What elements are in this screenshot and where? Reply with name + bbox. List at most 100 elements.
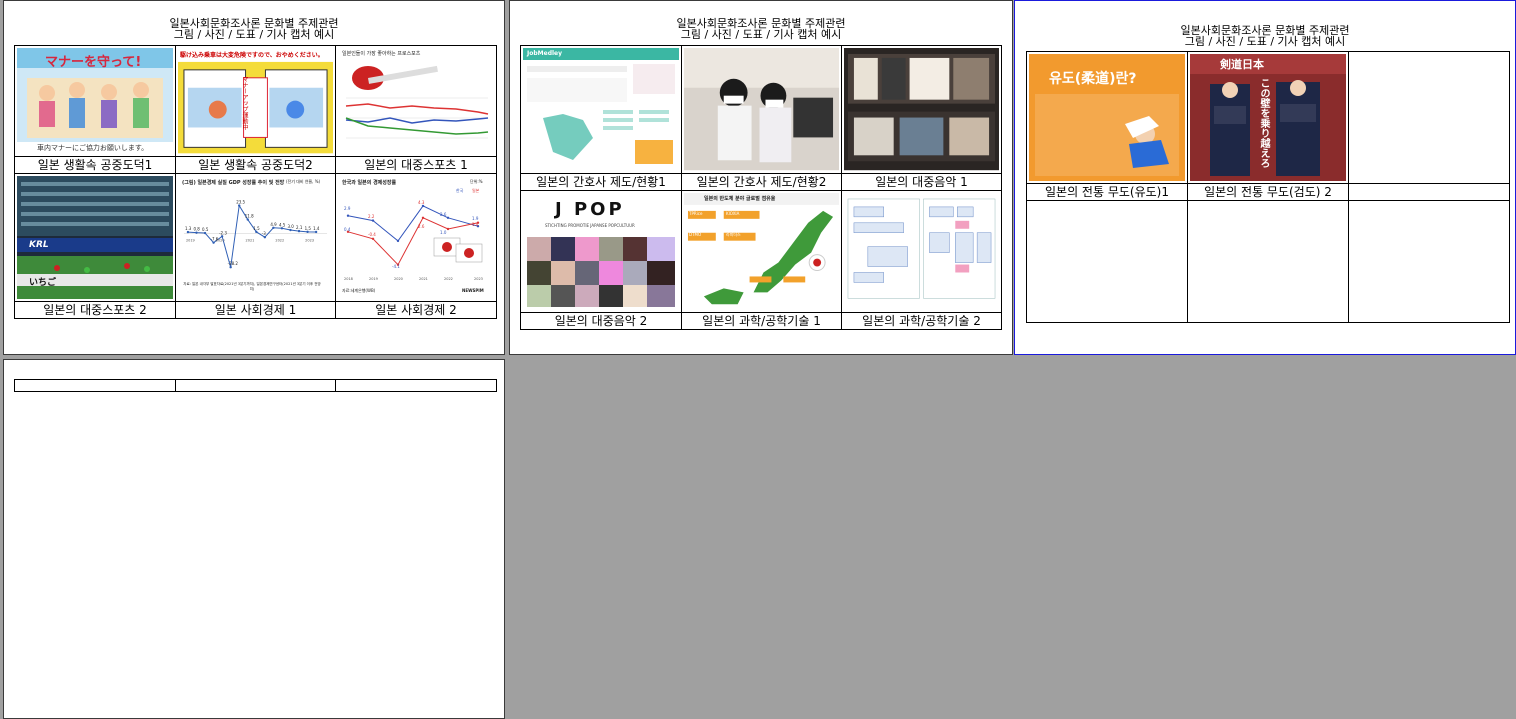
image-cell: KRL いちご <box>14 173 176 302</box>
growth-year-label: 2021 <box>419 277 428 281</box>
korea-point <box>396 239 400 243</box>
gdp-data-label: -3 <box>262 232 266 237</box>
empty-cell <box>175 379 336 392</box>
growth-data-label: 1.0 <box>440 230 447 235</box>
caption-nurse-system-2: 일본의 간호사 제도/현황2 <box>681 173 842 191</box>
japan-point <box>446 227 450 231</box>
gdp-point <box>289 229 292 232</box>
stadium-photo-image: KRL いちご <box>17 176 173 299</box>
gdp-data-label: 1.4 <box>313 226 320 231</box>
document-page-3[interactable]: 일본사회문화조사론 문화별 주제관련 그림 / 사진 / 도표 / 기사 캡처 … <box>1014 0 1516 355</box>
korea-japan-growth-chart: 2.9 2.2 0.4 -0.4 -4.1 4.3 2.6 2.6 1.0 1.4 1.9 2018 2… <box>338 176 494 299</box>
nurses-photo-image <box>684 48 839 171</box>
gdp-data-label: 23.5 <box>236 200 245 205</box>
empty-cell <box>1348 200 1510 323</box>
gdp-data-label: -2.3 <box>219 231 227 236</box>
growth-year-label: 2018 <box>344 277 353 281</box>
gdp-point <box>186 231 190 234</box>
gdp-data-label: 1.3 <box>185 226 192 231</box>
image-cell: 1.3 0.8 0.5 -7.6 -2.3 -28.2 23.5 11.8 1.5 -3 4.9 4.… <box>175 173 336 302</box>
caption-public-morals-2: 일본 생활속 공중도덕2 <box>175 156 336 174</box>
gdp-data-label: 0.5 <box>202 227 209 232</box>
gdp-point <box>246 218 249 222</box>
empty-cell <box>335 379 497 392</box>
tech-diagram-image <box>844 193 999 310</box>
gdp-point <box>297 230 301 233</box>
growth-line-chart: 2.9 2.2 0.4 -0.4 -4.1 4.3 2.6 2.6 1.0 1.41.9 2018 2… <box>338 176 494 299</box>
popular-sports-chart-image: 일본인들이 가장 좋아하는 프로스포츠 <box>338 48 494 154</box>
korea-point <box>371 219 375 222</box>
gdp-point <box>263 236 267 239</box>
gdp-year-label: 2019 <box>186 239 195 243</box>
image-cell: 유도(柔道)란? <box>1026 51 1188 184</box>
empty-cell <box>1026 200 1188 323</box>
gdp-year-label: 2022 <box>275 239 284 243</box>
figure-table: マナーを守って! 車内マナーにご協力お願いします。 駆け込み乗車は大変危険ですの… <box>14 45 497 319</box>
growth-year-label: 2023 <box>474 277 483 281</box>
page-title: 일본사회문화조사론 문화별 주제관련 그림 / 사진 / 도표 / 기사 캡처 … <box>1180 24 1350 48</box>
caption-popular-music-1: 일본의 대중음악 1 <box>841 173 1002 191</box>
caption-science-tech-1: 일본의 과학/공학기술 1 <box>681 312 842 330</box>
rushing-train-poster-image: 駆け込み乗車は大変危険ですので、おやめください。 マナーアップ運動中 <box>178 48 333 154</box>
figure-table <box>14 379 497 392</box>
document-page-2[interactable]: 일본사회문화조사론 문화별 주제관련 그림 / 사진 / 도표 / 기사 캡처 … <box>509 0 1013 355</box>
gdp-point <box>238 204 241 208</box>
gdp-point <box>212 241 215 245</box>
judo-intro-image: 유도(柔道)란? <box>1029 54 1185 181</box>
image-cell: 일본인들이 가장 좋아하는 프로스포츠 <box>335 45 497 157</box>
empty-cell <box>1187 200 1349 323</box>
image-cell: 剣道日本 この壁を乗り越えろ <box>1187 51 1349 184</box>
gdp-point <box>203 232 207 235</box>
growth-data-label: 4.3 <box>418 200 425 205</box>
gdp-data-label: 4.9 <box>270 222 277 227</box>
document-page-1[interactable]: 일본사회문화조사론 문화별 주제관련 그림 / 사진 / 도표 / 기사 캡처 … <box>3 0 505 355</box>
caption-popular-sports-2: 일본의 대중스포츠 2 <box>14 301 176 319</box>
caption-kendo: 일본의 전통 무도(검도) 2 <box>1187 183 1349 201</box>
growth-data-label: 1.9 <box>472 216 479 221</box>
page-title: 일본사회문화조사론 문화별 주제관련 그림 / 사진 / 도표 / 기사 캡처 … <box>676 17 846 41</box>
image-cell: 駆け込み乗車は大変危険ですので、おやめください。 マナーアップ運動中 <box>175 45 336 157</box>
korea-point <box>446 216 450 219</box>
gdp-data-label: 1.5 <box>253 226 260 231</box>
image-cell: 일본의 반도체 분야 글로벌 점유율 TPRice DTMO KIOXIA 라피… <box>681 190 842 313</box>
image-cell: JobMedley <box>520 45 682 174</box>
japan-gdp-chart: 1.3 0.8 0.5 -7.6 -2.3 -28.2 23.5 11.8 1.5 -3 4.9 4.… <box>178 176 333 299</box>
image-cell <box>841 45 1002 174</box>
japan-point <box>371 237 375 240</box>
image-cell: J POP STICHTING PROMOTIE JAPANSE POPCULT… <box>520 190 682 313</box>
empty-cell <box>1348 51 1510 184</box>
figure-table: 유도(柔道)란? 剣道日本 この壁を乗り越えろ 일본의 전통 무도(유도)1 일… <box>1026 51 1510 323</box>
gdp-year-label: 2020 <box>216 239 225 243</box>
image-cell: 2.9 2.2 0.4 -0.4 -4.1 4.3 2.6 2.6 1.0 1.4 1.9 2018 2… <box>335 173 497 302</box>
growth-data-label: -0.4 <box>368 232 376 237</box>
semiconductor-map-image: 일본의 반도체 분야 글로벌 점유율 TPRice DTMO KIOXIA 라피… <box>684 193 839 310</box>
gdp-data-label: 4.5 <box>279 223 286 228</box>
manners-poster-image: マナーを守って! 車内マナーにご協力お願いします。 <box>17 48 173 154</box>
music-store-photo-image <box>844 48 999 171</box>
gdp-data-label: 2.1 <box>296 226 303 231</box>
growth-year-label: 2020 <box>394 277 403 281</box>
caption-popular-sports-1: 일본의 대중스포츠 1 <box>335 156 497 174</box>
growth-data-label: 2.6 <box>418 224 425 229</box>
gdp-point <box>229 266 232 269</box>
figure-table: JobMedley 일본의 간호사 제도/현황1 일본의 간호사 제도/현황2 … <box>520 45 1002 330</box>
empty-cell <box>14 379 176 392</box>
page-title: 일본사회문화조사론 문화별 주제관련 그림 / 사진 / 도표 / 기사 캡처 … <box>169 17 339 41</box>
image-cell <box>681 45 842 174</box>
caption-empty <box>1348 183 1510 201</box>
growth-data-label: 0.4 <box>344 227 351 232</box>
caption-judo: 일본의 전통 무도(유도)1 <box>1026 183 1188 201</box>
job-site-screenshot-image: JobMedley <box>523 48 679 171</box>
caption-science-tech-2: 일본의 과학/공학기술 2 <box>841 312 1002 330</box>
caption-public-morals-1: 일본 생활속 공중도덕1 <box>14 156 176 174</box>
caption-popular-music-2: 일본의 대중음악 2 <box>520 312 682 330</box>
gdp-point <box>195 231 198 235</box>
gdp-data-label: 3.0 <box>287 224 294 229</box>
document-page-4[interactable] <box>3 359 505 719</box>
growth-data-label: -4.1 <box>392 264 400 269</box>
growth-year-label: 2019 <box>369 277 378 281</box>
jpop-collage-image: J POP STICHTING PROMOTIE JAPANSE POPCULT… <box>523 193 679 310</box>
gdp-point <box>255 231 258 234</box>
gdp-point <box>314 231 318 234</box>
growth-data-label: 1.4 <box>472 222 479 227</box>
